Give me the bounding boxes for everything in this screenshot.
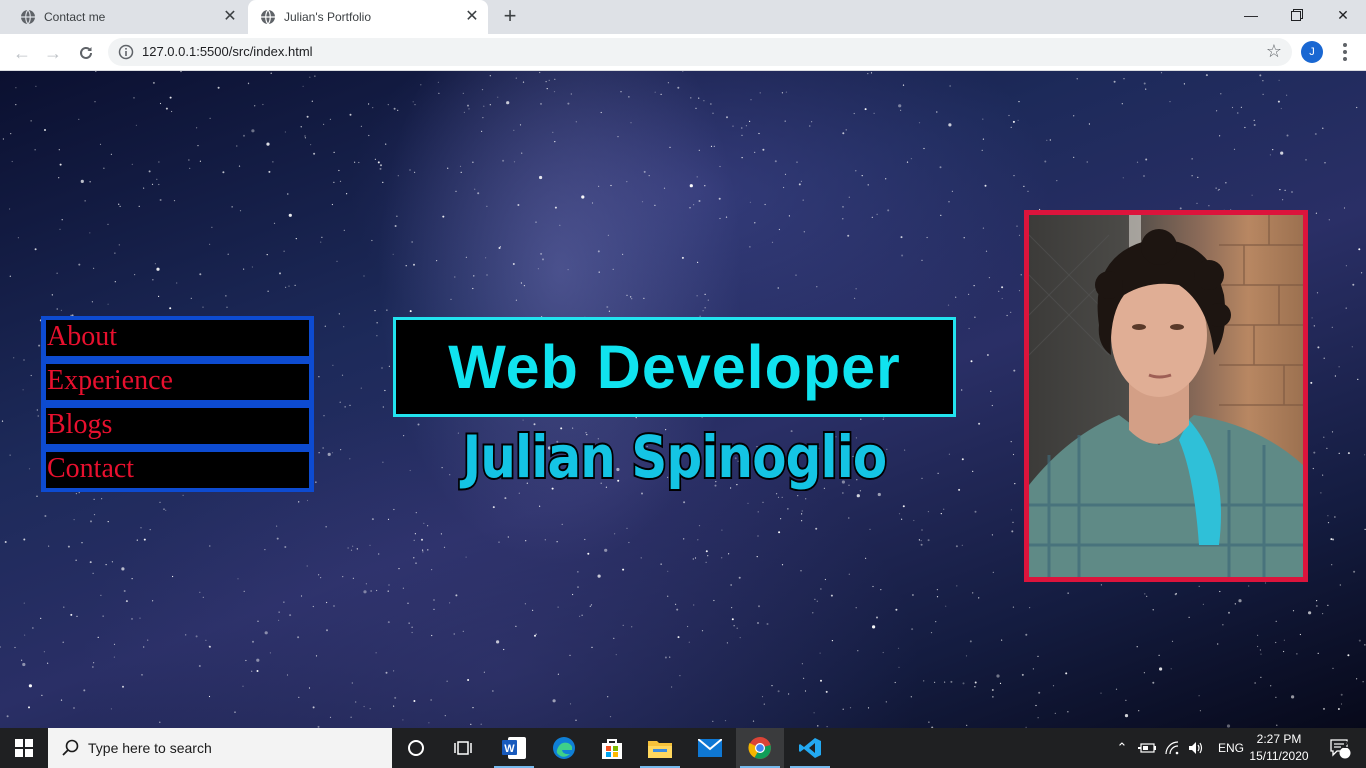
chrome-icon [748, 737, 771, 759]
address-bar[interactable]: 127.0.0.1:5500/src/index.html ☆ [108, 38, 1292, 66]
forward-button[interactable]: → [40, 40, 66, 66]
action-center-button[interactable]: 2 [1316, 728, 1364, 768]
folder-icon [648, 741, 672, 758]
info-icon[interactable] [118, 44, 134, 60]
nav-experience[interactable]: Experience [46, 364, 309, 400]
url-text[interactable]: 127.0.0.1:5500/src/index.html [142, 44, 313, 59]
system-tray: ⌃ ENG [1114, 728, 1244, 768]
clock-date: 15/11/2020 [1249, 749, 1309, 763]
portrait-image [1029, 215, 1303, 577]
page-viewport: About Experience Blogs Contact Web Devel… [0, 71, 1366, 728]
bookmark-star-icon[interactable]: ☆ [1266, 41, 1282, 62]
hero-role-title: Web Developer [448, 333, 901, 401]
vscode-icon [799, 738, 821, 758]
taskbar-search-box[interactable]: Type here to search [48, 728, 392, 768]
profile-photo [1024, 210, 1308, 582]
clock-time: 2:27 PM [1256, 732, 1302, 746]
close-tab-icon[interactable]: ✕ [462, 7, 482, 27]
windows-taskbar: Type here to search W ⌃ ENG 2:27 PM 15/1… [0, 728, 1366, 768]
reload-button[interactable] [73, 40, 99, 66]
search-placeholder: Type here to search [88, 740, 212, 756]
hero-role-box: Web Developer [393, 317, 956, 417]
tab-title: Julian's Portfolio [284, 10, 371, 24]
restore-button[interactable] [1274, 0, 1320, 30]
battery-icon[interactable] [1138, 741, 1156, 755]
globe-icon [21, 9, 35, 25]
taskbar-file-explorer[interactable] [636, 728, 684, 768]
store-icon [602, 739, 622, 759]
start-button[interactable] [0, 728, 48, 768]
taskbar-chrome[interactable] [736, 728, 784, 768]
nav-blogs[interactable]: Blogs [46, 408, 309, 444]
word-icon: W [502, 737, 526, 759]
taskbar-vscode[interactable] [786, 728, 834, 768]
volume-icon[interactable] [1188, 741, 1204, 755]
tab-contact-me[interactable]: Contact me ✕ [8, 0, 246, 34]
tab-title: Contact me [44, 10, 106, 24]
show-hidden-icons-chevron-icon[interactable]: ⌃ [1114, 740, 1130, 756]
profile-avatar[interactable]: J [1301, 41, 1323, 63]
tab-portfolio[interactable]: Julian's Portfolio ✕ [248, 0, 488, 34]
wifi-icon[interactable] [1164, 741, 1180, 755]
taskbar-edge[interactable] [540, 728, 588, 768]
minimize-button[interactable]: — [1228, 0, 1274, 30]
svg-text:W: W [504, 743, 515, 755]
reload-icon [80, 46, 92, 59]
close-tab-icon[interactable]: ✕ [220, 7, 240, 27]
nav-contact[interactable]: Contact [46, 452, 309, 488]
edge-icon [553, 737, 575, 759]
cortana-button[interactable] [392, 728, 440, 768]
globe-icon [261, 9, 275, 25]
windows-logo-icon [15, 739, 33, 757]
restore-icon [1291, 9, 1303, 21]
taskbar-store[interactable] [588, 728, 636, 768]
input-language[interactable]: ENG [1218, 741, 1244, 755]
mail-icon [698, 739, 722, 757]
more-menu-icon[interactable] [1337, 41, 1353, 63]
main-nav: About Experience Blogs Contact [41, 316, 314, 492]
taskbar-mail[interactable] [686, 728, 734, 768]
back-button[interactable]: ← [9, 40, 35, 66]
close-window-button[interactable]: ✕ [1320, 0, 1366, 30]
cortana-icon [408, 740, 424, 756]
search-icon [62, 739, 79, 756]
nav-about[interactable]: About [46, 320, 309, 356]
browser-toolbar: ← → 127.0.0.1:5500/src/index.html ☆ J [0, 34, 1366, 71]
taskbar-word[interactable]: W [490, 728, 538, 768]
new-tab-button[interactable]: + [498, 5, 522, 29]
task-view-button[interactable] [440, 728, 488, 768]
notification-count-badge: 2 [1343, 740, 1349, 751]
hero-name: Julian Spinoglio [461, 421, 889, 493]
clock[interactable]: 2:27 PM 15/11/2020 [1244, 731, 1314, 765]
task-view-icon [454, 741, 472, 755]
tab-strip: Contact me ✕ Julian's Portfolio ✕ + — ✕ [0, 0, 1366, 34]
